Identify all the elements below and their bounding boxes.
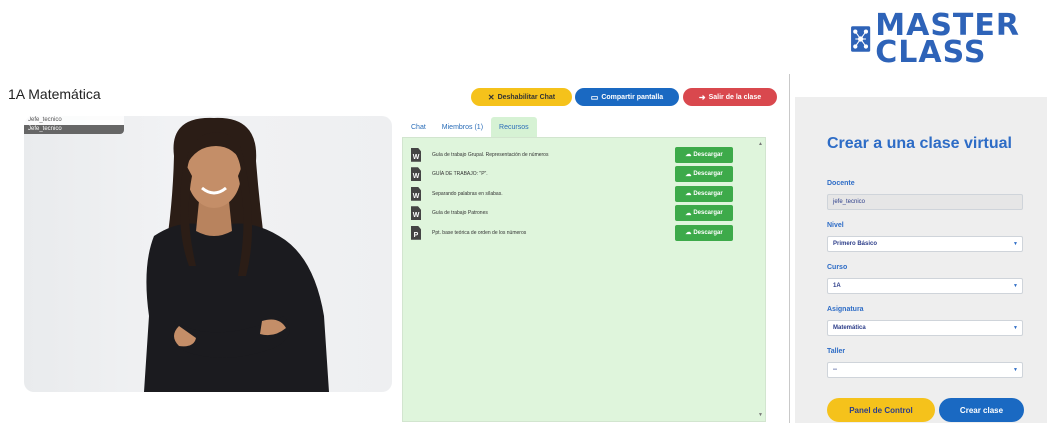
- disable-chat-button[interactable]: ✕ Deshabilitar Chat: [471, 88, 572, 106]
- taller-select[interactable]: -- ▼: [827, 362, 1023, 378]
- taller-value: --: [833, 367, 837, 373]
- participant-name-bottom: Jefe_tecnico: [24, 125, 124, 134]
- download-button[interactable]: ☁ Descargar: [675, 205, 733, 222]
- taller-label: Taller: [827, 348, 846, 355]
- asignatura-select[interactable]: Matemática ▼: [827, 320, 1023, 336]
- participant-video: [144, 117, 329, 392]
- resource-row: W Guía de trabajo Grupal. Representación…: [411, 145, 741, 165]
- chevron-down-icon: ▼: [1013, 283, 1018, 289]
- docente-field: jefe_tecnico: [827, 194, 1023, 210]
- resource-row: W GUÍA DE TRABAJO: "P". ☁ Descargar: [411, 165, 741, 185]
- section-divider: [789, 74, 790, 423]
- download-label: Descargar: [693, 210, 723, 217]
- word-file-icon: W: [411, 206, 421, 221]
- control-panel-button[interactable]: Panel de Control: [827, 398, 935, 422]
- logo-line-2: CLASS: [875, 35, 987, 70]
- resource-name: Guía de trabajo Grupal. Representación d…: [432, 151, 549, 158]
- resource-row: P Ppt. base teórica de orden de los núme…: [411, 223, 741, 243]
- powerpoint-file-icon: P: [411, 225, 421, 240]
- masterclass-logo: MASTER CLASS: [850, 8, 1020, 70]
- word-file-icon: W: [411, 167, 421, 182]
- cloud-download-icon: ☁: [685, 152, 692, 159]
- nivel-value: Primero Básico: [833, 241, 878, 247]
- curso-value: 1A: [833, 283, 841, 289]
- share-screen-label: Compartir pantalla: [601, 93, 664, 101]
- resource-list: W Guía de trabajo Grupal. Representación…: [411, 145, 741, 243]
- nivel-label: Nivel: [827, 222, 844, 229]
- resource-name: Separando palabras en sílabas.: [432, 190, 503, 197]
- download-button[interactable]: ☁ Descargar: [675, 185, 733, 202]
- download-button[interactable]: ☁ Descargar: [675, 146, 733, 163]
- tab-chat[interactable]: Chat: [403, 117, 434, 137]
- word-file-icon: W: [411, 147, 421, 162]
- chevron-down-icon: ▼: [1013, 367, 1018, 373]
- share-screen-button[interactable]: ▭ Compartir pantalla: [575, 88, 679, 106]
- download-label: Descargar: [693, 151, 723, 158]
- chat-off-icon: ✕: [487, 92, 495, 102]
- docente-value: jefe_tecnico: [833, 199, 866, 205]
- nivel-select[interactable]: Primero Básico ▼: [827, 236, 1023, 252]
- video-tile: Jefe_tecnico Jefe_tecnico: [24, 116, 392, 392]
- participant-label: Jefe_tecnico Jefe_tecnico: [24, 116, 124, 134]
- network-logo-icon: [851, 26, 871, 52]
- download-button[interactable]: ☁ Descargar: [675, 166, 733, 183]
- resource-name: Guía de trabajo Patrones: [432, 210, 488, 217]
- exit-class-label: Salir de la clase: [708, 93, 762, 101]
- panel-tabs: Chat Miembros (1) Recursos: [403, 117, 537, 137]
- download-button[interactable]: ☁ Descargar: [675, 224, 733, 241]
- resources-panel[interactable]: ▲ ▼ W Guía de trabajo Grupal. Representa…: [402, 137, 766, 422]
- word-file-icon: W: [411, 186, 421, 201]
- download-label: Descargar: [693, 171, 723, 178]
- exit-icon: ➜: [698, 92, 706, 102]
- resource-name: GUÍA DE TRABAJO: "P".: [432, 171, 488, 178]
- curso-label: Curso: [827, 264, 848, 271]
- participant-name-top: Jefe_tecnico: [24, 116, 124, 125]
- cloud-download-icon: ☁: [685, 210, 692, 217]
- asignatura-value: Matemática: [833, 325, 866, 331]
- cloud-download-icon: ☁: [685, 191, 692, 198]
- resource-row: W Guía de trabajo Patrones ☁ Descargar: [411, 204, 741, 224]
- chevron-down-icon: ▼: [1013, 241, 1018, 247]
- class-title: 1A Matemática: [8, 86, 101, 102]
- disable-chat-label: Deshabilitar Chat: [497, 93, 556, 101]
- cloud-download-icon: ☁: [685, 230, 692, 237]
- curso-select[interactable]: 1A ▼: [827, 278, 1023, 294]
- form-title: Crear a una clase virtual: [827, 135, 1012, 152]
- tab-members[interactable]: Miembros (1): [434, 117, 491, 137]
- scroll-up-arrow[interactable]: ▲: [758, 141, 763, 147]
- chevron-down-icon: ▼: [1013, 325, 1018, 331]
- docente-label: Docente: [827, 180, 855, 187]
- create-class-form: Crear a una clase virtual Docente jefe_t…: [795, 97, 1047, 423]
- download-label: Descargar: [693, 229, 723, 236]
- resource-row: W Separando palabras en sílabas. ☁ Descar…: [411, 184, 741, 204]
- tab-resources[interactable]: Recursos: [491, 117, 537, 137]
- download-label: Descargar: [693, 190, 723, 197]
- monitor-icon: ▭: [590, 92, 599, 102]
- scroll-down-arrow[interactable]: ▼: [758, 412, 763, 418]
- exit-class-button[interactable]: ➜ Salir de la clase: [683, 88, 777, 106]
- asignatura-label: Asignatura: [827, 306, 864, 313]
- create-class-button[interactable]: Crear clase: [939, 398, 1024, 422]
- cloud-download-icon: ☁: [685, 171, 692, 178]
- resource-name: Ppt. base teórica de orden de los número…: [432, 229, 527, 236]
